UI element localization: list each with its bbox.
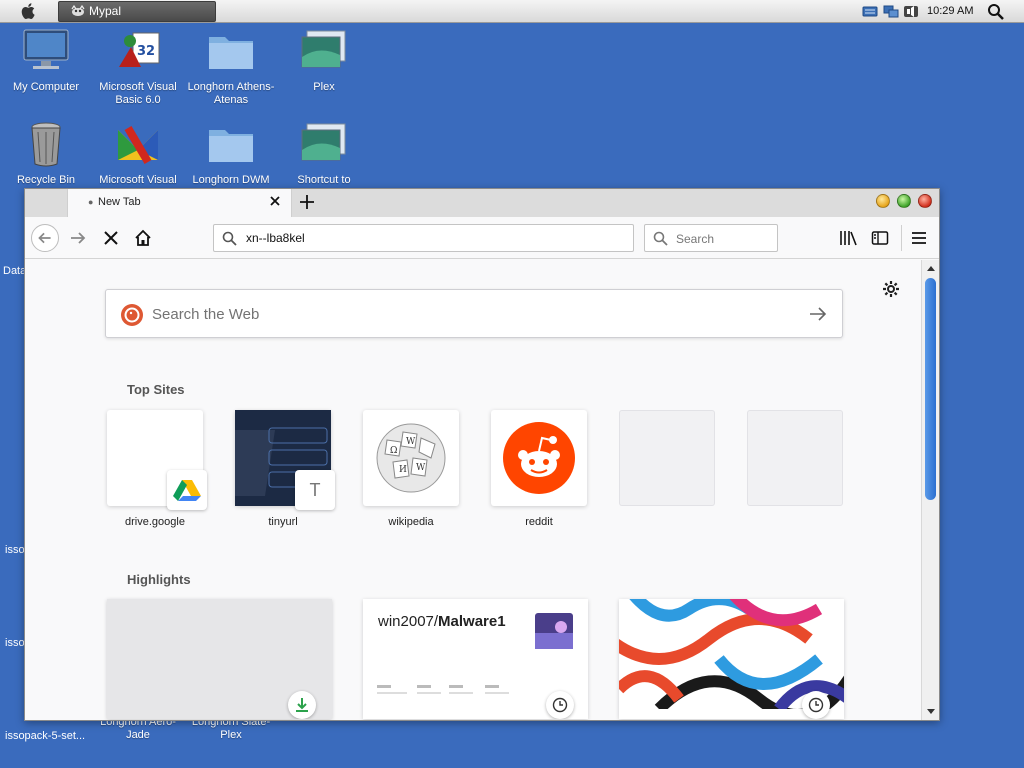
clock-icon [808, 697, 824, 713]
monitor-icon [23, 29, 69, 69]
site-badge [167, 470, 207, 510]
keyboard-icon[interactable] [862, 4, 878, 19]
arrow-right-icon[interactable] [808, 305, 828, 323]
download-badge [288, 691, 316, 719]
svg-text:И: И [399, 465, 407, 475]
search-icon [222, 231, 237, 246]
picture-icon [301, 30, 346, 68]
volume-icon[interactable] [903, 4, 919, 19]
stop-button[interactable] [97, 224, 125, 252]
desktop-icon-plex[interactable]: Plex [278, 27, 370, 94]
menu-bar: Mypal 10:29 AM [0, 0, 1024, 23]
history-badge [546, 691, 574, 719]
highlights-heading: Highlights [127, 572, 191, 587]
top-site-label: wikipedia [388, 516, 434, 528]
tab-loading-dot: ● [88, 197, 94, 207]
wikipedia-globe-icon: Ω W И W [376, 423, 446, 493]
taskbar-button-mypal[interactable]: Mypal [58, 1, 216, 22]
network-icon[interactable] [883, 4, 899, 19]
top-site-tile[interactable]: T [235, 410, 335, 510]
home-button[interactable] [129, 224, 157, 252]
svg-text:W: W [416, 463, 426, 473]
address-bar[interactable]: xn--lba8kel [213, 224, 634, 252]
recycle-bin-icon [31, 122, 61, 167]
search-icon [653, 231, 668, 246]
top-sites-heading: Top Sites [127, 382, 185, 397]
google-drive-icon [173, 480, 201, 501]
desktop-icon-vb6[interactable]: 32 Microsoft Visual Basic 6.0 [92, 27, 184, 107]
top-site-label: reddit [525, 516, 553, 528]
tab-title: New Tab [98, 196, 141, 208]
top-site-tile[interactable]: Ω W И W [363, 410, 459, 506]
scroll-down-arrow-icon[interactable] [925, 705, 937, 717]
vertical-scrollbar[interactable] [921, 260, 939, 720]
visual-basic-icon: 32 [119, 32, 160, 67]
web-search-box[interactable]: Search the Web [105, 289, 843, 338]
reddit-icon [503, 422, 575, 494]
toolbar-separator [901, 225, 902, 251]
search-field-placeholder: Search [676, 232, 715, 246]
svg-text:32: 32 [137, 44, 155, 59]
web-search-placeholder: Search the Web [152, 306, 260, 323]
desktop-icon-shortcut[interactable]: Shortcut to [278, 120, 370, 187]
mypal-icon [71, 5, 85, 16]
desktop-icon-recycle-bin[interactable]: Recycle Bin [0, 120, 92, 187]
tab-strip: ● New Tab [25, 189, 939, 217]
new-tab-page: Search the Web Top Sites T Ω W И W drive… [25, 260, 921, 720]
back-button[interactable] [31, 224, 59, 252]
highlight-card[interactable] [107, 599, 332, 719]
library-icon[interactable] [839, 230, 857, 246]
picture-icon [301, 123, 346, 161]
apple-menu-icon[interactable] [19, 2, 39, 20]
minimize-button[interactable] [876, 194, 890, 208]
clock-icon [552, 697, 568, 713]
top-site-placeholder[interactable] [619, 410, 715, 506]
desktop-icon-label-partial[interactable]: isso [5, 544, 25, 556]
desktop-icon-my-computer[interactable]: My Computer [0, 27, 92, 94]
nav-toolbar: xn--lba8kel Search [25, 217, 939, 259]
browser-window: ● New Tab xn--lba8kel Search Search the … [24, 188, 940, 721]
folder-icon [209, 37, 253, 69]
top-site-label: tinyurl [268, 516, 298, 528]
new-tab-icon[interactable] [298, 193, 316, 211]
site-badge: T [295, 470, 335, 510]
desktop-icon-ms-visual[interactable]: Microsoft Visual [92, 120, 184, 187]
history-badge [802, 691, 830, 719]
highlight-card[interactable] [619, 599, 844, 719]
svg-text:W: W [406, 437, 416, 447]
highlight-card[interactable]: win2007/Malware1 [363, 599, 588, 719]
duckduckgo-icon [121, 304, 143, 326]
search-icon[interactable] [987, 3, 1005, 21]
forward-button[interactable] [65, 224, 93, 252]
search-field[interactable]: Search [644, 224, 778, 252]
gear-icon[interactable] [882, 280, 900, 298]
desktop-icon-label-partial[interactable]: Data [3, 265, 26, 277]
folder-icon [209, 130, 253, 162]
tab-new-tab[interactable]: ● New Tab [67, 189, 292, 217]
repo-thumbnail [535, 613, 573, 649]
top-site-label: drive.google [125, 516, 185, 528]
taskbar-button-label: Mypal [89, 4, 122, 18]
close-window-button[interactable] [918, 194, 932, 208]
clock[interactable]: 10:29 AM [927, 5, 973, 17]
svg-text:Ω: Ω [390, 446, 397, 456]
sidebar-icon[interactable] [871, 230, 889, 246]
maximize-button[interactable] [897, 194, 911, 208]
desktop-icon-label-partial[interactable]: issopack-5-set... [5, 730, 85, 742]
scroll-up-arrow-icon[interactable] [925, 263, 937, 275]
desktop-icon-label-partial[interactable]: isso [5, 637, 25, 649]
hamburger-menu-icon[interactable] [910, 230, 928, 246]
repo-stats [377, 685, 509, 694]
close-tab-icon[interactable] [268, 194, 282, 208]
top-site-placeholder[interactable] [747, 410, 843, 506]
top-site-tile[interactable] [107, 410, 207, 510]
top-site-tile[interactable] [491, 410, 587, 506]
address-bar-text: xn--lba8kel [246, 231, 305, 245]
download-icon [296, 698, 308, 712]
highlight-title: win2007/Malware1 [378, 613, 506, 630]
visual-studio-icon [118, 125, 158, 165]
scrollbar-thumb[interactable] [925, 278, 936, 500]
desktop-icon-longhorn-athens[interactable]: Longhorn Athens-Atenas [185, 27, 277, 107]
desktop-icon-longhorn-dwm[interactable]: Longhorn DWM [185, 120, 277, 187]
